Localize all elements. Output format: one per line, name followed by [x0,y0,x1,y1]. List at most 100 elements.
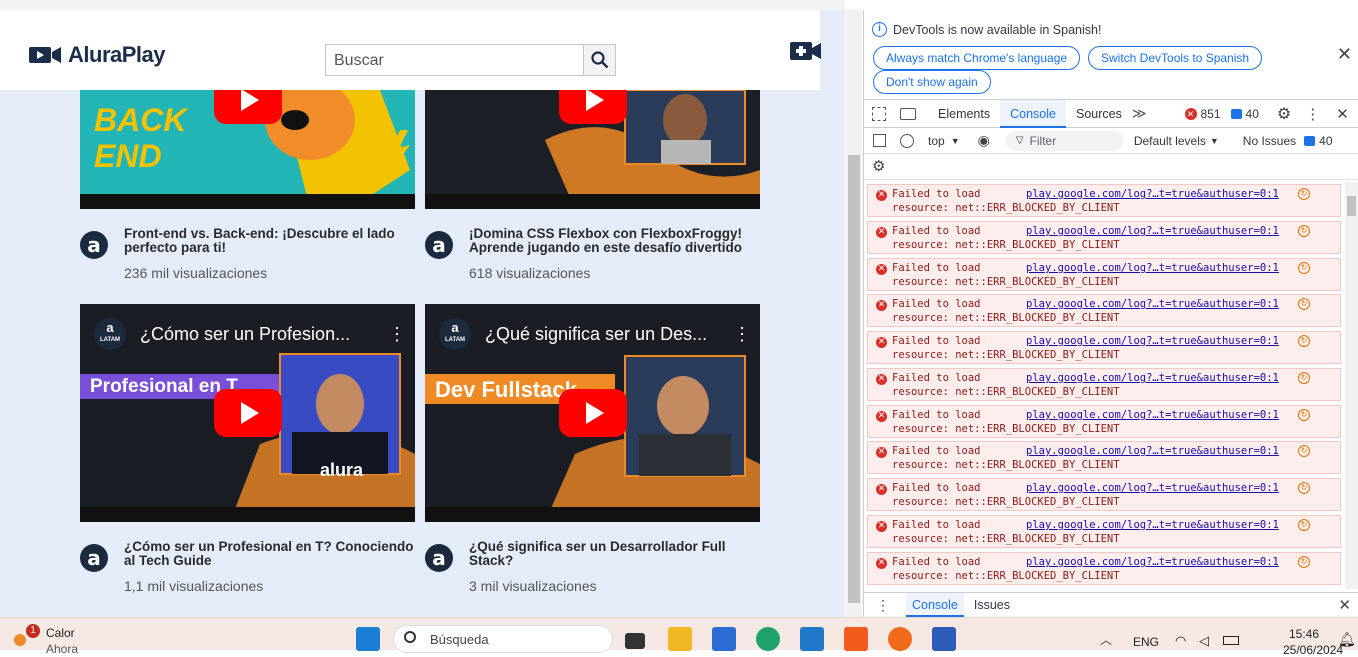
logo[interactable]: AluraPlay [28,42,166,68]
log-entry[interactable]: ✕ Failed to load resource: net::ERR_BLOCKE… [867,515,1341,548]
log-entry[interactable]: ✕ Failed to load resource: net::ERR_BLOCKE… [867,405,1341,438]
dont-show-again-button[interactable]: Don't show again [873,70,991,94]
always-match-language-button[interactable]: Always match Chrome's language [873,46,1081,70]
video-thumbnail[interactable] [425,90,760,209]
close-devtools-icon[interactable]: ✕ [1336,105,1349,123]
tab-elements[interactable]: Elements [928,100,1000,128]
weather-widget[interactable]: 1 Calor Ahora [14,624,94,656]
channel-avatar[interactable]: a [425,231,453,259]
log-source-link[interactable]: play.google.com/log?…t=true&authuser=0:1 [1026,372,1279,384]
customize-menu-icon[interactable]: ⋮ [1305,105,1320,123]
network-request-icon[interactable]: ↻ [1298,225,1310,237]
wifi-icon[interactable]: ◠ [1175,633,1186,649]
log-levels-dropdown[interactable]: Default levels ▼ [1134,134,1219,148]
video-title[interactable]: ¡Domina CSS Flexbox con FlexboxFroggy! A… [469,227,759,255]
youtube-play-icon[interactable] [214,90,282,124]
video-title[interactable]: Front-end vs. Back-end: ¡Descubre el lad… [124,227,414,255]
network-request-icon[interactable]: ↻ [1298,335,1310,347]
battery-icon[interactable] [1223,636,1239,645]
more-tabs-icon[interactable]: ≫ [1132,105,1147,122]
search-input[interactable]: Buscar [326,45,583,75]
issues-button[interactable]: No Issues 40 [1243,134,1333,148]
channel-avatar[interactable]: a [425,544,453,572]
clear-console-icon[interactable] [900,133,914,148]
inspect-element-icon[interactable] [872,106,886,121]
clock-time[interactable]: 15:46 [1289,627,1319,641]
more-options-icon[interactable]: ⋮ [388,324,406,345]
youtube-play-icon[interactable] [214,389,282,437]
video-thumbnail[interactable]: a LATAM ¿Cómo ser un Profesion... ⋮ Profe… [80,304,415,522]
console-settings-gear-icon[interactable]: ⚙ [872,157,885,175]
channel-badge[interactable]: a LATAM [94,318,126,350]
console-scrollbar-thumb[interactable] [1347,196,1356,216]
filter-box[interactable]: ▽ Filter [1005,130,1124,151]
console-scrollbar[interactable] [1345,182,1358,589]
message-count-icon[interactable] [1230,108,1242,119]
brave-icon[interactable] [844,627,868,651]
volume-icon[interactable]: ◁ [1199,633,1209,649]
log-source-link[interactable]: play.google.com/log?…t=true&authuser=0:1 [1026,445,1279,457]
log-source-link[interactable]: play.google.com/log?…t=true&authuser=0:1 [1026,556,1279,568]
error-count[interactable]: 851 [1201,107,1221,121]
video-title[interactable]: ¿Cómo ser un Profesional en T? Conociend… [124,540,414,568]
page-scrollbar-thumb[interactable] [848,155,860,603]
log-source-link[interactable]: play.google.com/log?…t=true&authuser=0:1 [1026,262,1279,274]
message-count[interactable]: 40 [1246,107,1259,121]
network-request-icon[interactable]: ↻ [1298,298,1310,310]
settings-gear-icon[interactable]: ⚙ [1277,104,1291,124]
search-button[interactable] [583,45,615,75]
log-entry[interactable]: ✕ Failed to load resource: net::ERR_BLOCKE… [867,368,1341,401]
video-thumbnail[interactable]: BACK END [80,90,415,209]
log-source-link[interactable]: play.google.com/log?…t=true&authuser=0:1 [1026,409,1279,421]
device-toolbar-icon[interactable] [900,107,916,120]
network-request-icon[interactable]: ↻ [1298,482,1310,494]
switch-to-spanish-button[interactable]: Switch DevTools to Spanish [1088,46,1263,70]
context-select[interactable]: top ▼ [928,134,960,148]
log-entry[interactable]: ✕ Failed to load resource: net::ERR_BLOCKE… [867,552,1341,585]
log-source-link[interactable]: play.google.com/log?…t=true&authuser=0:1 [1026,225,1279,237]
log-source-link[interactable]: play.google.com/log?…t=true&authuser=0:1 [1026,298,1279,310]
log-entry[interactable]: ✕ Failed to load resource: net::ERR_BLOCKE… [867,221,1341,254]
network-request-icon[interactable]: ↻ [1298,445,1310,457]
log-source-link[interactable]: play.google.com/log?…t=true&authuser=0:1 [1026,188,1279,200]
channel-avatar[interactable]: a [80,231,108,259]
network-request-icon[interactable]: ↻ [1298,372,1310,384]
file-explorer-icon[interactable] [668,627,692,651]
channel-badge[interactable]: a LATAM [439,318,471,350]
network-request-icon[interactable]: ↻ [1298,556,1310,568]
sidebar-toggle-icon[interactable] [873,134,886,147]
video-thumbnail[interactable]: a LATAM ¿Qué significa ser un Des... ⋮ De… [425,304,760,522]
page-scrollbar[interactable] [846,10,862,617]
error-count-icon[interactable]: ✕ [1184,107,1197,120]
more-options-icon[interactable]: ⋮ [733,324,751,345]
log-entry[interactable]: ✕ Failed to load resource: net::ERR_BLOCKE… [867,331,1341,364]
log-entry[interactable]: ✕ Failed to load resource: net::ERR_BLOCKE… [867,441,1341,474]
tab-sources[interactable]: Sources [1066,100,1132,128]
vscode-icon[interactable] [800,627,824,651]
taskbar-search[interactable]: Búsqueda [393,625,613,653]
clock-date[interactable]: 25/06/2024 [1283,643,1343,657]
edge-icon[interactable] [756,627,780,651]
close-drawer-icon[interactable]: ✕ [1338,596,1351,614]
add-video-button[interactable] [790,40,822,67]
network-request-icon[interactable]: ↻ [1298,188,1310,200]
network-request-icon[interactable]: ↻ [1298,262,1310,274]
log-entry[interactable]: ✕ Failed to load resource: net::ERR_BLOCKE… [867,258,1341,291]
drawer-tab-console[interactable]: Console [906,593,964,617]
live-expression-eye-icon[interactable]: ◉ [978,132,990,149]
log-source-link[interactable]: play.google.com/log?…t=true&authuser=0:1 [1026,482,1279,494]
drawer-tab-issues[interactable]: Issues [974,598,1010,612]
log-source-link[interactable]: play.google.com/log?…t=true&authuser=0:1 [1026,519,1279,531]
youtube-play-icon[interactable] [559,389,627,437]
tab-console[interactable]: Console [1000,99,1066,128]
network-request-icon[interactable]: ↻ [1298,409,1310,421]
windows-start-icon[interactable] [356,627,380,651]
close-notice-icon[interactable]: ✕ [1337,44,1352,65]
notification-bell-icon[interactable]: 🔔︎ [1338,631,1356,648]
log-source-link[interactable]: play.google.com/log?…t=true&authuser=0:1 [1026,335,1279,347]
network-request-icon[interactable]: ↻ [1298,519,1310,531]
firefox-icon[interactable] [888,627,912,651]
youtube-play-icon[interactable] [559,90,627,124]
log-entry[interactable]: ✕ Failed to load resource: net::ERR_BLOCKE… [867,478,1341,511]
channel-avatar[interactable]: a [80,544,108,572]
